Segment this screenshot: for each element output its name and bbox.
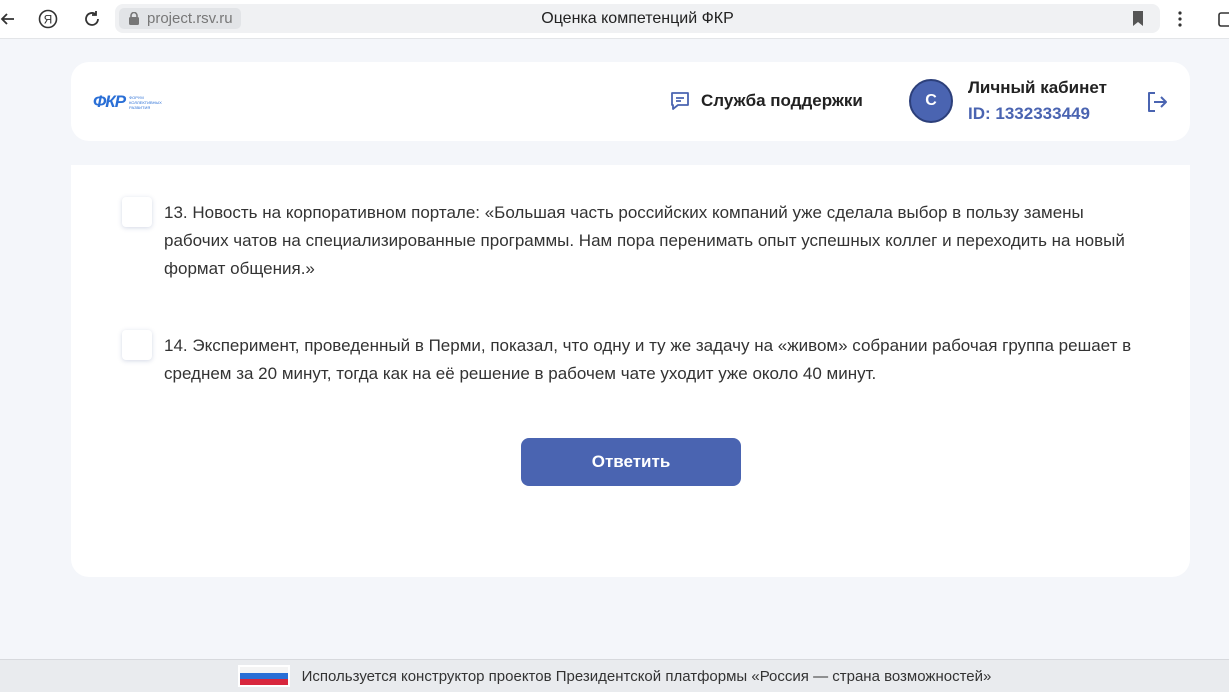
reload-icon[interactable] — [80, 7, 104, 31]
question-card: 13. Новость на корпоративном портале: «Б… — [71, 165, 1190, 577]
bookmark-icon[interactable] — [1132, 11, 1144, 26]
option-text: 14. Эксперимент, проведенный в Перми, по… — [164, 336, 1132, 383]
chat-icon — [671, 92, 689, 110]
fkr-logo[interactable]: ФКР ФОРУМ КОЛЛЕКТИВНЫХ РАЗВИТИЯ — [93, 92, 173, 111]
url-text: project.rsv.ru — [147, 10, 233, 27]
logo-mark: ФКР — [93, 92, 126, 111]
avatar[interactable]: С — [909, 79, 953, 123]
russia-platform-logo[interactable] — [237, 665, 290, 687]
address-bar[interactable]: project.rsv.ru Оценка компетенций ФКР — [115, 4, 1160, 33]
option-checkbox[interactable] — [122, 197, 152, 227]
site-header: ФКР ФОРУМ КОЛЛЕКТИВНЫХ РАЗВИТИЯ Служба п… — [71, 62, 1190, 141]
svg-text:Я: Я — [44, 13, 53, 27]
extension-icon[interactable] — [1214, 7, 1229, 31]
page-title: Оценка компетенций ФКР — [541, 10, 734, 27]
support-link[interactable]: Служба поддержки — [669, 90, 863, 112]
logo-subtitle: ФОРУМ КОЛЛЕКТИВНЫХ РАЗВИТИЯ — [129, 94, 162, 110]
more-menu-icon[interactable] — [1168, 7, 1192, 31]
option-text: 13. Новость на корпоративном портале: «Б… — [164, 203, 1125, 278]
answer-option: 13. Новость на корпоративном портале: «Б… — [122, 197, 1142, 287]
option-checkbox[interactable] — [122, 330, 152, 360]
footer-text: Используется конструктор проектов Презид… — [301, 667, 992, 685]
page-footer: Используется конструктор проектов Презид… — [0, 659, 1229, 692]
answer-option: 14. Эксперимент, проведенный в Перми, по… — [122, 330, 1142, 392]
submit-button[interactable]: Ответить — [521, 438, 741, 486]
url-chip[interactable]: project.rsv.ru — [119, 8, 241, 29]
back-arrow-icon[interactable] — [0, 7, 20, 31]
user-id: ID: 1332333449 — [968, 104, 1090, 123]
cabinet-link[interactable]: Личный кабинет — [968, 78, 1107, 98]
logout-icon[interactable] — [1145, 90, 1169, 114]
yandex-icon[interactable]: Я — [36, 7, 60, 31]
browser-toolbar: Я project.rsv.ru Оценка компетенций ФКР — [0, 0, 1229, 39]
support-label: Служба поддержки — [701, 91, 863, 110]
lock-icon — [129, 12, 139, 25]
